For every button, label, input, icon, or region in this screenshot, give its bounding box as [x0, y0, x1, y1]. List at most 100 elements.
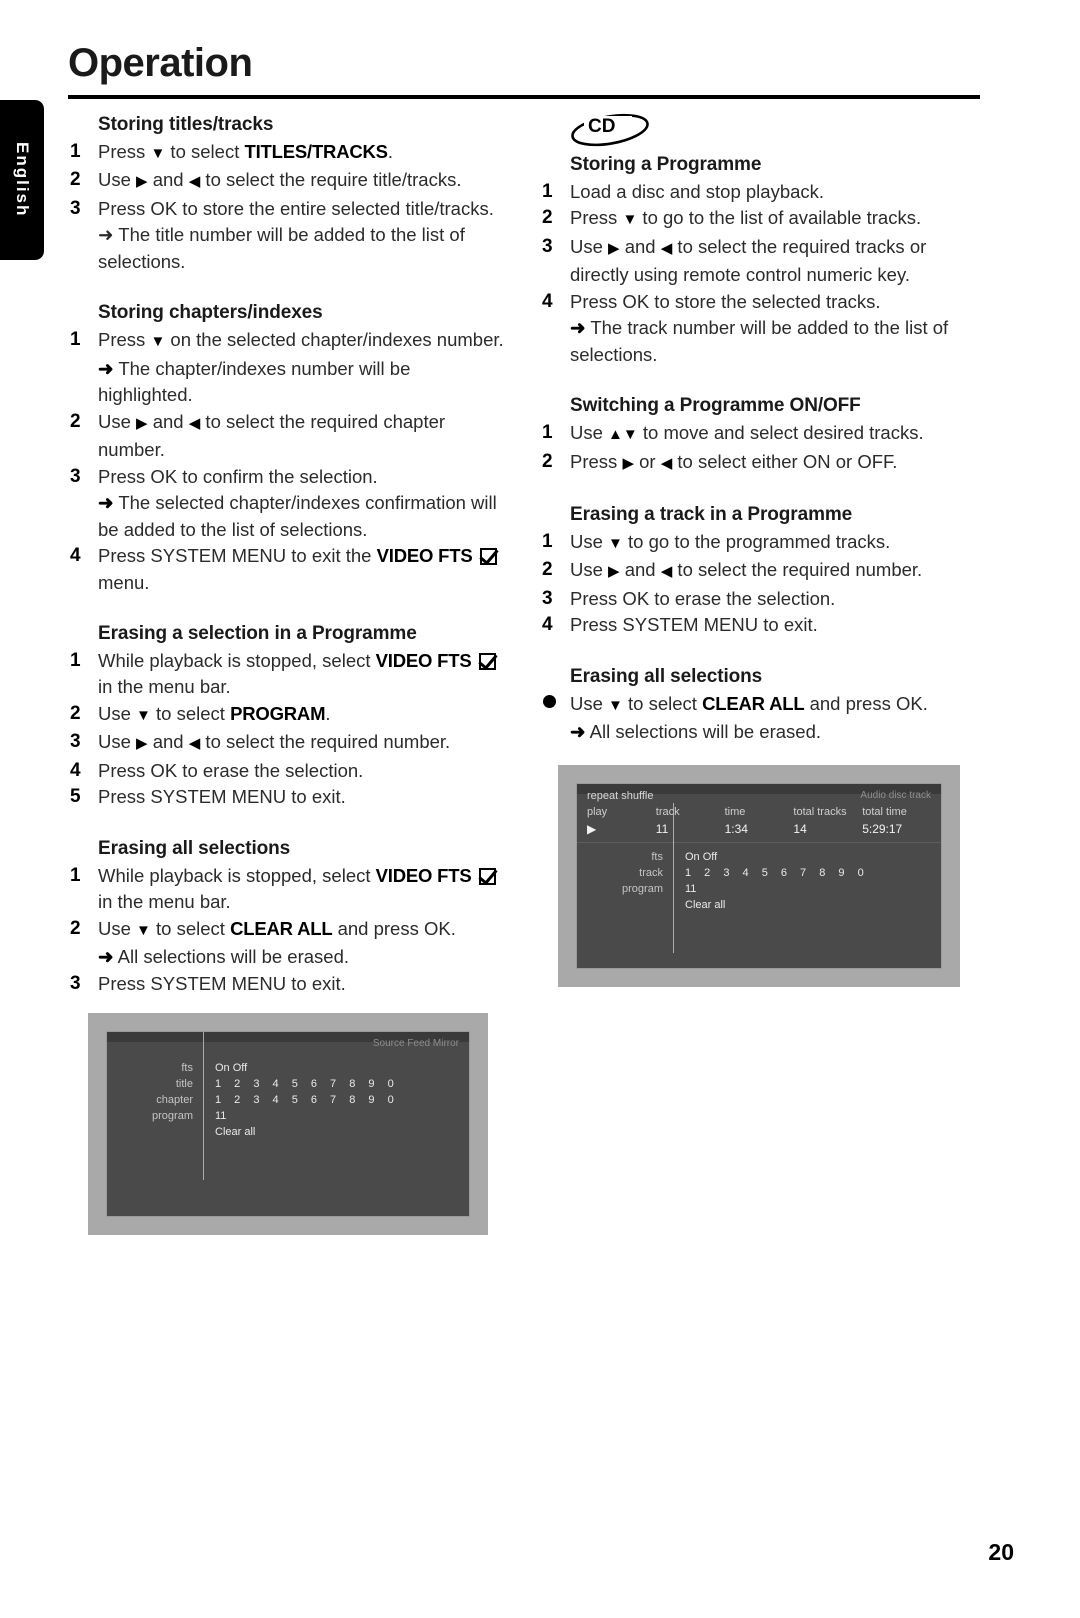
step-number: 4: [542, 290, 553, 312]
section-heading: Erasing a selection in a Programme: [98, 623, 417, 644]
step-number: 2: [70, 702, 81, 724]
step-number: 3: [542, 235, 553, 257]
step-item: 2 Press ▼ to go to the list of available …: [540, 205, 980, 234]
step-item: 1 While playback is stopped, select VIDEO…: [68, 648, 508, 701]
step-number: 3: [542, 587, 553, 609]
step-item: 3 Use ▶ and ◀ to select the required numb…: [68, 729, 508, 758]
step-list: 1 While playback is stopped, select VIDEO…: [68, 863, 508, 998]
screen-menu-row-values[interactable]: 11: [673, 883, 933, 895]
step-number: 1: [542, 180, 553, 202]
step-item: 3 Press OK to confirm the selection. ➜ The…: [68, 464, 508, 544]
screen-menu-row[interactable]: program 11: [107, 1108, 469, 1124]
step-number: 1: [542, 422, 553, 443]
step-list: Use ▼ to select CLEAR ALL and press OK. ➜…: [540, 691, 980, 746]
step-number: 1: [70, 864, 81, 886]
video-screen-topbar: Source Feed Mirror: [107, 1032, 469, 1049]
step-item: 4 Press SYSTEM MENU to exit.: [540, 612, 980, 639]
step-item: 1 While playback is stopped, select VIDEO…: [68, 863, 508, 916]
audio-screen-topbar: repeat shuffle Audio disc track: [577, 784, 941, 802]
step-list: 1 Use ▲▼ to move and select desired track…: [540, 420, 980, 477]
screen-menu-row-values[interactable]: Clear all: [203, 1126, 461, 1138]
screen-menu-row-values[interactable]: 1 2 3 4 5 6 7 8 9 0: [203, 1094, 461, 1106]
svg-text:CD: CD: [588, 116, 615, 137]
step-number: 1: [70, 329, 81, 350]
section-heading: Storing titles/tracks: [98, 114, 274, 135]
step-number: 4: [70, 545, 81, 566]
section-heading: Storing a Programme: [570, 154, 762, 175]
audio-fts-screen: repeat shuffle Audio disc track play trac…: [576, 783, 942, 969]
step-number: 3: [70, 972, 81, 994]
step-text: Use ▶ and ◀ to select the required numbe…: [98, 731, 451, 753]
step-number: 3: [70, 731, 81, 753]
step-item: 3 Press OK to erase the selection.: [540, 586, 980, 613]
step-text: While playback is stopped, select VIDEO …: [98, 865, 498, 912]
step-list: 1 While playback is stopped, select VIDEO…: [68, 648, 508, 811]
audio-column-value: ▶: [587, 822, 597, 836]
step-text: Load a disc and stop playback.: [570, 180, 825, 202]
screen-menu-row-values[interactable]: 1 2 3 4 5 6 7 8 9 0: [673, 867, 933, 879]
audio-screen-column-values: ▶ 11 1:34 14 5:29:17: [577, 820, 941, 843]
video-fts-screen: Source Feed Mirror fts On Off title 1 2 3 4…: [106, 1031, 470, 1217]
step-item: 5 Press SYSTEM MENU to exit.: [68, 784, 508, 811]
section-heading: Switching a Programme ON/OFF: [570, 395, 861, 417]
step-item: 4 Press OK to erase the selection.: [68, 758, 508, 785]
step-number: 2: [542, 559, 553, 581]
step-number: 2: [70, 169, 81, 191]
step-number: 1: [542, 530, 553, 552]
screen-menu-row-values[interactable]: On Off: [203, 1062, 461, 1074]
screen-menu-row[interactable]: program 11: [577, 881, 941, 897]
step-item: Use ▼ to select CLEAR ALL and press OK. ➜…: [540, 691, 980, 746]
step-text: While playback is stopped, select VIDEO …: [98, 650, 498, 697]
step-item: 4 Press SYSTEM MENU to exit the VIDEO FTS…: [68, 543, 508, 596]
section-heading: Erasing all selections: [570, 665, 763, 687]
step-number: 4: [70, 759, 81, 781]
video-fts-screenshot: Source Feed Mirror fts On Off title 1 2 3 4…: [88, 1013, 488, 1235]
step-text: Use ▲▼ to move and select desired tracks…: [570, 422, 924, 443]
screen-menu-row-label: chapter: [156, 1094, 193, 1106]
page-header: Operation: [68, 42, 980, 99]
audio-screen-divider: [673, 803, 674, 953]
step-text: Use ▶ and ◀ to select the required numbe…: [570, 559, 923, 581]
step-number: 5: [70, 786, 81, 808]
step-item: 1 Use ▲▼ to move and select desired track…: [540, 420, 980, 449]
audio-column-value: 14: [793, 822, 807, 836]
step-item: 2 Use ▶ and ◀ to select the required chap…: [68, 409, 508, 464]
audio-column-header: play: [587, 806, 608, 818]
step-text: Use ▼ to select CLEAR ALL and press OK. ➜…: [570, 692, 928, 743]
audio-column-value: 1:34: [724, 822, 748, 836]
step-text: Press OK to store the selected tracks. ➜ …: [570, 290, 949, 365]
audio-column-header: total time: [862, 806, 907, 818]
screen-menu-row[interactable]: track 1 2 3 4 5 6 7 8 9 0: [577, 865, 941, 881]
step-item: 1 Load a disc and stop playback.: [540, 179, 980, 206]
language-tab: English: [0, 100, 44, 260]
audio-column-header: track: [655, 806, 680, 818]
screen-menu-row[interactable]: Clear all: [577, 897, 941, 913]
screen-menu-row-values[interactable]: 1 2 3 4 5 6 7 8 9 0: [203, 1078, 461, 1090]
screen-menu-row-values[interactable]: Clear all: [673, 899, 933, 911]
bullet-marker: [543, 694, 556, 708]
step-number: 4: [542, 614, 553, 636]
step-number: 1: [70, 649, 81, 671]
language-tab-label: English: [13, 142, 32, 218]
step-list: 1 Use ▼ to go to the programmed tracks. 2 U…: [540, 529, 980, 639]
screen-menu-row-values[interactable]: On Off: [673, 851, 933, 863]
screen-menu-row[interactable]: chapter 1 2 3 4 5 6 7 8 9 0: [107, 1092, 469, 1108]
step-text: Use ▶ and ◀ to select the require title/…: [98, 169, 462, 191]
step-item: 1 Press ▼ to select TITLES/TRACKS.: [68, 139, 508, 168]
screen-menu-row[interactable]: fts On Off: [107, 1060, 469, 1076]
step-note: ➜ The title number will be added to the …: [98, 224, 465, 272]
step-text: Press OK to store the entire selected ti…: [98, 197, 494, 219]
audio-screen-mode-label: repeat shuffle: [587, 790, 654, 802]
screen-menu-row[interactable]: fts On Off: [577, 849, 941, 865]
screen-menu-row[interactable]: Clear all: [107, 1124, 469, 1140]
step-item: 2 Use ▶ and ◀ to select the require title…: [68, 167, 508, 196]
screen-menu-row-values[interactable]: 11: [203, 1110, 461, 1122]
screen-menu-row[interactable]: title 1 2 3 4 5 6 7 8 9 0: [107, 1076, 469, 1092]
left-column: Storing titles/tracks 1 Press ▼ to select …: [68, 113, 508, 997]
step-text: Press OK to erase the selection.: [570, 587, 836, 609]
step-text: Press ▶ or ◀ to select either ON or OFF.: [570, 450, 898, 472]
step-list: 1 Press ▼ to select TITLES/TRACKS. 2 Use ▶ …: [68, 139, 508, 223]
